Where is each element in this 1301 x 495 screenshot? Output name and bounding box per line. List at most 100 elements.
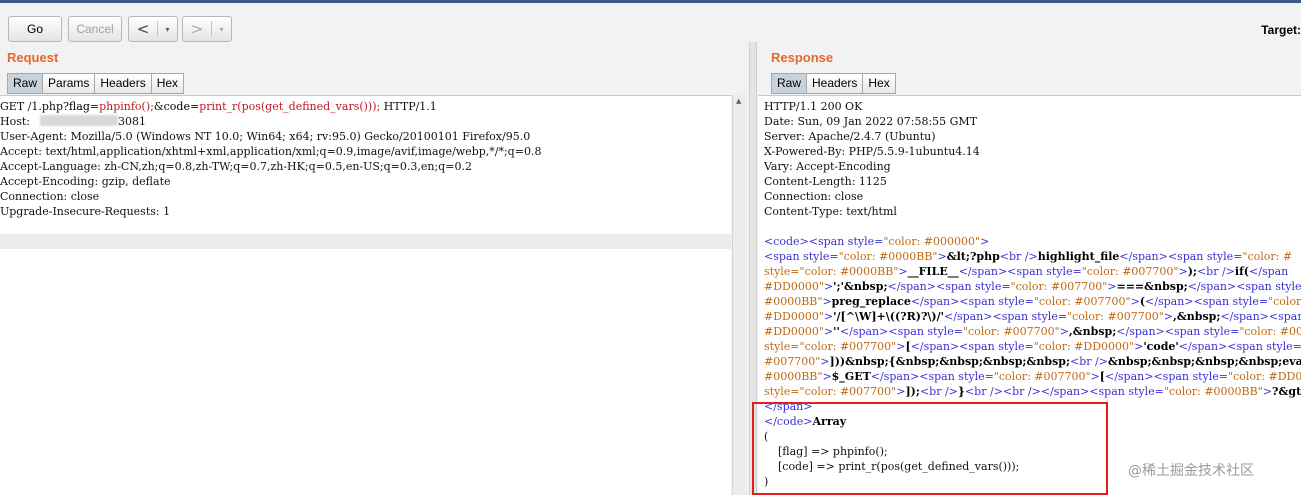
request-editor[interactable]: GET /1.php?flag=phpinfo();&code=print_r(… xyxy=(0,95,731,495)
toolbar: Go Cancel < ▾ > ▾ Target: xyxy=(0,0,1301,42)
tab-params[interactable]: Params xyxy=(43,73,96,94)
html-tag-token: > xyxy=(1163,310,1173,323)
response-code-line: <span style="color: #0000BB">&lt;?php<br… xyxy=(764,249,1301,264)
response-header-line: Content-Length: 1125 xyxy=(764,175,887,188)
request-tabs: Raw Params Headers Hex xyxy=(7,73,185,94)
attr-value-token: #0000BB" xyxy=(764,295,823,308)
text-token: ]))&nbsp;{&nbsp;&nbsp;&nbsp;&nbsp; xyxy=(829,355,1071,368)
attr-value-token: "color: #007700" xyxy=(1010,280,1108,293)
attr-value-token: "color: #007700" xyxy=(962,325,1060,338)
html-tag-token: > xyxy=(937,250,947,263)
html-tag-token: > xyxy=(822,370,832,383)
request-line-start: GET /1.php? xyxy=(0,100,69,113)
text-token: ); xyxy=(1187,265,1197,278)
response-header-line: HTTP/1.1 200 OK xyxy=(764,100,863,113)
html-tag-token: > xyxy=(823,310,834,323)
text-token: ===&nbsp; xyxy=(1116,280,1188,293)
go-button[interactable]: Go xyxy=(8,16,62,42)
request-header-line: Connection: close xyxy=(0,190,100,203)
http-version: HTTP/1.1 xyxy=(380,100,437,113)
host-label: Host: xyxy=(0,115,30,128)
param-flag-key: flag xyxy=(68,100,90,113)
html-tag-token: <br /> xyxy=(1196,265,1235,278)
html-tag-token: > xyxy=(820,355,830,368)
response-code-line: #DD0000">';'&nbsp;</span><span style="co… xyxy=(764,279,1301,294)
html-tag-token: </span><span xyxy=(1220,310,1301,323)
html-tag-token: <br /> xyxy=(999,250,1038,263)
html-tag-token: </span><span style= xyxy=(1116,325,1240,338)
host-line: Host: 3081 xyxy=(0,114,731,129)
html-tag-token: > xyxy=(1059,325,1069,338)
ampersand: & xyxy=(153,100,164,113)
cancel-button[interactable]: Cancel xyxy=(68,16,122,42)
html-tag-token: </span><span style= xyxy=(1119,250,1243,263)
text-token: highlight_file xyxy=(1037,250,1120,263)
watermark: @稀土掘金技术社区 xyxy=(1128,463,1254,479)
html-tag-token: <br /><br /></span><span style= xyxy=(964,385,1164,398)
attr-value-token: "color: # xyxy=(1242,250,1293,263)
text-token: ?&gt; xyxy=(1272,385,1301,398)
back-button[interactable]: < ▾ xyxy=(128,16,178,42)
attr-value-token: #DD0000" xyxy=(764,310,824,323)
tab-headers[interactable]: Headers xyxy=(807,73,864,94)
attr-value-token: "color: #000000" xyxy=(883,235,981,248)
response-header-line: X-Powered-By: PHP/5.5.9-1ubuntu4.14 xyxy=(764,145,980,158)
request-scrollbar[interactable]: ▲ xyxy=(732,95,747,495)
response-header-line: Connection: close xyxy=(764,190,864,203)
html-tag-token: > xyxy=(1262,385,1272,398)
scroll-up-icon[interactable]: ▲ xyxy=(736,97,741,105)
response-code-line: #007700">]))&nbsp;{&nbsp;&nbsp;&nbsp;&nb… xyxy=(764,354,1301,369)
html-tag-token: > xyxy=(823,280,834,293)
attr-value-token: "color: #DD0000" xyxy=(1033,340,1135,353)
tab-raw[interactable]: Raw xyxy=(771,73,808,94)
html-tag-token: > xyxy=(822,295,832,308)
attr-value-token: style="color: #007700" xyxy=(764,385,897,398)
response-header-line: Server: Apache/2.4.7 (Ubuntu) xyxy=(764,130,936,143)
html-tag-token: </span xyxy=(1249,265,1289,278)
html-tag-token: </span><span style= xyxy=(887,280,1011,293)
forward-arrow-icon: > xyxy=(190,20,204,38)
chevron-down-icon[interactable]: ▾ xyxy=(158,25,177,34)
back-arrow-icon: < xyxy=(136,20,150,38)
response-code-line: style="color: #007700" >]);<br />}<br /><… xyxy=(764,384,1301,399)
tab-raw[interactable]: Raw xyxy=(7,73,44,94)
tab-hex[interactable]: Hex xyxy=(863,73,896,94)
html-tag-token: </span><span style= xyxy=(870,370,994,383)
html-tag-token: </span><span style= xyxy=(1178,340,1301,353)
response-tabs: Raw Headers Hex xyxy=(771,73,896,94)
text-token: ';' xyxy=(833,280,844,293)
attr-value-token: "color: #007700" xyxy=(1067,310,1164,323)
target-label[interactable]: Target: xyxy=(1261,23,1301,37)
tab-headers[interactable]: Headers xyxy=(95,73,152,94)
html-tag-token: > xyxy=(980,235,990,248)
text-token: if( xyxy=(1234,265,1250,278)
html-tag-token: > xyxy=(1134,340,1144,353)
chevron-down-icon[interactable]: ▾ xyxy=(212,25,231,34)
attr-value-token: "color: #DD000 xyxy=(1228,370,1301,383)
param-code-key: code xyxy=(163,100,190,113)
response-headers: HTTP/1.1 200 OK Date: Sun, 09 Jan 2022 0… xyxy=(764,99,1301,219)
request-header-line: Accept: text/html,application/xhtml+xml,… xyxy=(0,145,542,158)
forward-button[interactable]: > ▾ xyxy=(182,16,232,42)
param-flag-value: phpinfo(); xyxy=(99,100,154,113)
html-tag-token: </span><span style= xyxy=(1187,280,1301,293)
tab-hex[interactable]: Hex xyxy=(151,73,185,94)
attr-value-token: style="color: #0000BB" xyxy=(764,265,899,278)
html-tag-token: > xyxy=(823,325,834,338)
param-code-value: print_r(pos(get_defined_vars())); xyxy=(199,100,381,113)
attr-value-token: "color: #0000BB" xyxy=(1163,385,1263,398)
attr-value-token: #0000BB" xyxy=(764,370,823,383)
response-header-line: Content-Type: text/html xyxy=(764,205,897,218)
html-tag-token: <span style= xyxy=(764,250,839,263)
html-tag-token: > xyxy=(1107,280,1117,293)
html-tag-token: </span><span style= xyxy=(944,310,1068,323)
response-header-line: Date: Sun, 09 Jan 2022 07:58:55 GMT xyxy=(764,115,978,128)
response-code-line: style="color: #0000BB">__FILE__</span><s… xyxy=(764,264,1301,279)
attr-value-token: style="color: #007700" xyxy=(764,340,897,353)
response-code-line: #0000BB">$_GET</span><span style="color:… xyxy=(764,369,1301,384)
request-header-line: Accept-Language: zh-CN,zh;q=0.8,zh-TW;q=… xyxy=(0,160,472,173)
html-tag-token: </span><span style= xyxy=(910,295,1034,308)
html-tag-token: > xyxy=(1178,265,1188,278)
html-tag-token: </span><span style= xyxy=(958,265,1082,278)
